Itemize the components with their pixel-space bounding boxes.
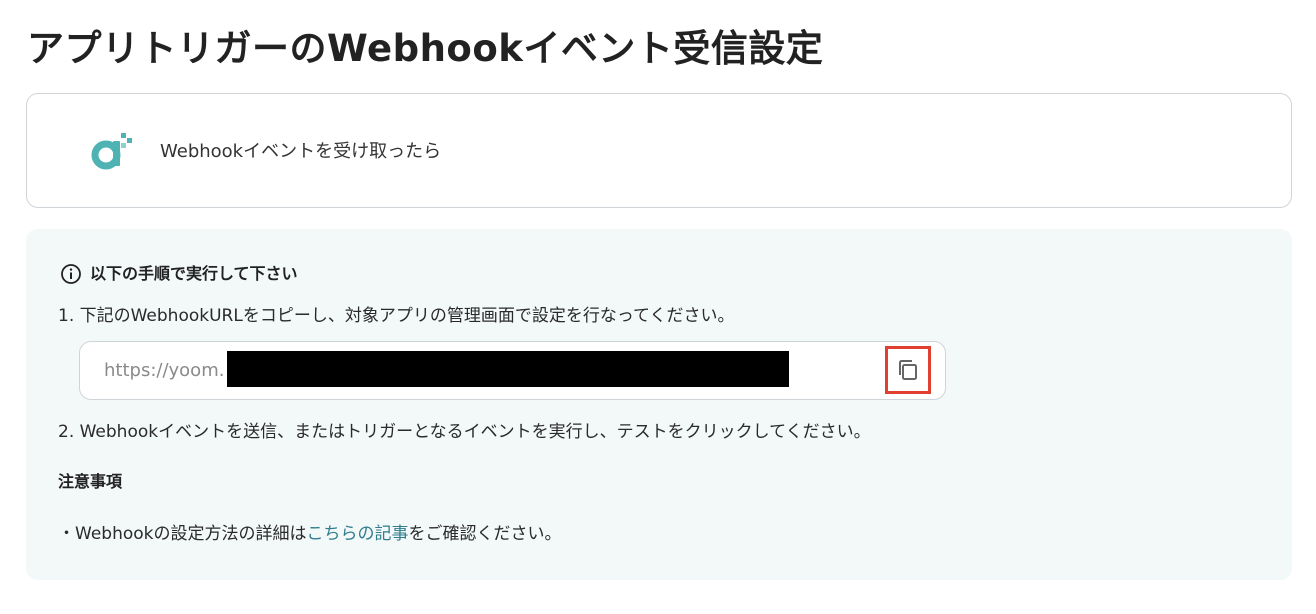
step-1-text: 1. 下記のWebhookURLをコピーし、対象アプリの管理画面で設定を行なって… (58, 306, 735, 326)
notes-suffix: をご確認ください。 (408, 524, 562, 544)
notes-heading: 注意事項 (58, 472, 123, 491)
notes-line: ・Webhookの設定方法の詳細はこちらの記事をご確認ください。 (58, 522, 561, 546)
webhook-url-text[interactable]: https://yoom. (104, 359, 224, 383)
trigger-label: Webhookイベントを受け取ったら (160, 141, 442, 162)
copy-icon[interactable] (896, 358, 920, 382)
copy-url-button[interactable] (885, 346, 931, 394)
trigger-card[interactable]: Webhookイベントを受け取ったら (26, 93, 1292, 208)
page-title: アプリトリガーのWebhookイベント受信設定 (27, 27, 824, 70)
instructions-heading-text: 以下の手順で実行して下さい (90, 264, 298, 283)
instructions-panel: 以下の手順で実行して下さい 1. 下記のWebhookURLをコピーし、対象アプ… (26, 229, 1292, 580)
instructions-heading: 以下の手順で実行して下さい (60, 263, 298, 285)
notes-prefix: ・Webhookの設定方法の詳細は (58, 524, 307, 544)
step-2-text: 2. Webhookイベントを送信、またはトリガーとなるイベントを実行し、テスト… (58, 422, 871, 442)
webhook-url-field[interactable]: https://yoom. (79, 341, 946, 400)
yoom-logo-icon (91, 131, 133, 171)
redacted-url-block (227, 351, 789, 387)
article-link[interactable]: こちらの記事 (306, 524, 408, 544)
webhook-settings-page: アプリトリガーのWebhookイベント受信設定 Webhookイベントを受け取っ… (0, 0, 1316, 614)
info-circle-icon (60, 263, 82, 285)
